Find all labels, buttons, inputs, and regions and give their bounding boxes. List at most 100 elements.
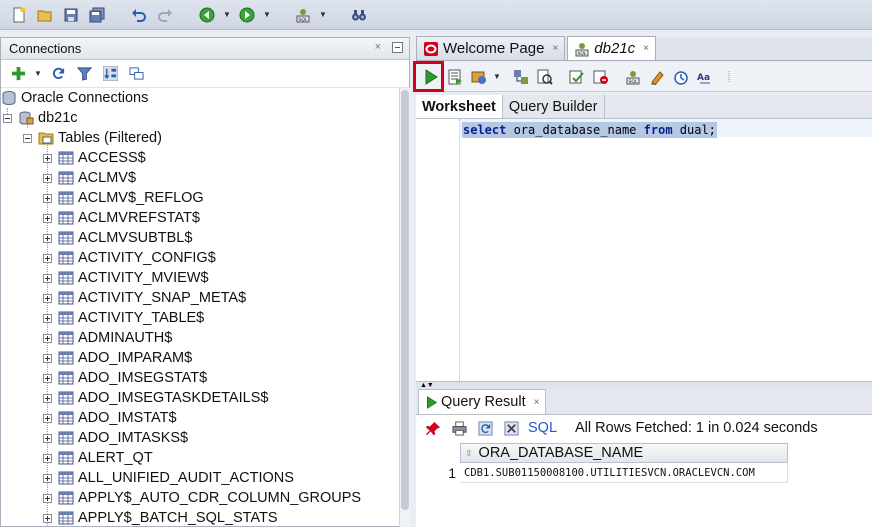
splitter-arrows-icon[interactable]: ▲▼ [420,382,434,389]
expand-icon[interactable] [43,333,52,343]
table-item[interactable]: ACLMVREFSTAT$ [1,208,399,228]
save-all-icon[interactable] [86,4,108,26]
expand-icon[interactable] [43,293,52,303]
refresh-results-icon[interactable] [474,417,496,439]
expand-icon[interactable] [43,173,52,183]
tab-query-result[interactable]: Query Result × [418,389,547,414]
autotrace-dropdown-icon[interactable]: ▼ [492,66,502,88]
tab-query-builder[interactable]: Query Builder [503,95,605,118]
explain-plan-icon[interactable] [510,66,532,88]
sql-editor[interactable]: select ora_database_name from dual; [416,119,872,381]
run-script-icon[interactable] [444,66,466,88]
tree-root-oracle-connections[interactable]: Oracle Connections [1,88,399,108]
add-connection-dropdown-icon[interactable]: ▼ [33,63,43,85]
expand-icon[interactable] [43,393,52,403]
sort-icon[interactable]: ⇳ [465,448,473,459]
table-item[interactable]: ADO_IMSEGTASKDETAILS$ [1,388,399,408]
expand-icon[interactable] [43,413,52,423]
sql-statement[interactable]: select ora_database_name from dual; [462,122,717,138]
tab-welcome-page[interactable]: Welcome Page × [416,36,566,60]
tab-db21c[interactable]: SQL db21c × [567,36,657,60]
expand-icon[interactable] [43,193,52,203]
table-item[interactable]: ACTIVITY_SNAP_META$ [1,288,399,308]
table-icon [58,151,74,165]
column-header[interactable]: ⇳ ORA_DATABASE_NAME [460,443,788,463]
tree-connection-db21c[interactable]: db21c [1,108,399,128]
expand-icon[interactable] [43,253,52,263]
connections-scrollbar[interactable] [399,88,410,527]
undo-icon[interactable] [128,4,150,26]
close-icon[interactable]: × [552,43,558,54]
pin-icon[interactable] [422,417,444,439]
save-icon[interactable] [60,4,82,26]
sql-worksheet-icon[interactable]: SQL [292,4,314,26]
history-icon[interactable] [670,66,692,88]
expand-icon[interactable] [43,473,52,483]
table-item[interactable]: ACTIVITY_MVIEW$ [1,268,399,288]
close-icon[interactable]: × [534,397,540,408]
schema-browser-icon[interactable] [99,63,121,85]
expand-icon[interactable] [43,313,52,323]
table-item[interactable]: ADO_IMSEGSTAT$ [1,368,399,388]
tab-worksheet[interactable]: Worksheet [416,95,503,118]
sql-text-column: ora_database_name [506,123,644,137]
unshared-sql-icon[interactable]: SQL [622,66,644,88]
table-item[interactable]: ADO_IMPARAM$ [1,348,399,368]
sql-link[interactable]: SQL [528,420,557,436]
autotrace-icon[interactable] [468,66,490,88]
table-item[interactable]: ACLMVSUBTBL$ [1,228,399,248]
minimize-panel-icon[interactable] [392,42,403,53]
connections-view-icon[interactable] [125,63,147,85]
table-item[interactable]: APPLY$_BATCH_SQL_STATS [1,508,399,527]
filter-icon[interactable] [73,63,95,85]
table-item[interactable]: ADO_IMSTAT$ [1,408,399,428]
table-item[interactable]: ADMINAUTH$ [1,328,399,348]
table-item[interactable]: ACTIVITY_CONFIG$ [1,248,399,268]
expand-icon[interactable] [43,433,52,443]
cancel-query-icon[interactable] [500,417,522,439]
rollback-icon[interactable] [590,66,612,88]
print-icon[interactable] [448,417,470,439]
clear-icon[interactable] [646,66,668,88]
expand-icon[interactable] [43,233,52,243]
expand-icon[interactable] [43,213,52,223]
table-item[interactable]: ALERT_QT [1,448,399,468]
table-item[interactable]: ACCESS$ [1,148,399,168]
table-item[interactable]: ADO_IMTASKS$ [1,428,399,448]
close-icon[interactable]: × [643,43,649,54]
expand-icon[interactable] [43,493,52,503]
commit-icon[interactable] [566,66,588,88]
expand-icon[interactable] [43,373,52,383]
table-item[interactable]: APPLY$_AUTO_CDR_COLUMN_GROUPS [1,488,399,508]
refresh-icon[interactable] [47,63,69,85]
connections-close-icon[interactable]: × [375,41,381,53]
table-item[interactable]: ACTIVITY_TABLE$ [1,308,399,328]
forward-dropdown-icon[interactable]: ▼ [262,4,272,26]
sql-tuning-icon[interactable] [534,66,556,88]
expand-icon[interactable] [43,153,52,163]
sql-worksheet-dropdown-icon[interactable]: ▼ [318,4,328,26]
collapse-icon[interactable] [3,113,12,123]
forward-icon[interactable] [236,4,258,26]
back-icon[interactable] [196,4,218,26]
new-icon[interactable] [8,4,30,26]
add-connection-icon[interactable] [7,63,29,85]
expand-icon[interactable] [43,353,52,363]
collapse-icon[interactable] [23,133,32,143]
expand-icon[interactable] [43,453,52,463]
table-item[interactable]: ACLMV$ [1,168,399,188]
scrollbar-thumb[interactable] [401,90,409,510]
expand-icon[interactable] [43,273,52,283]
expand-icon[interactable] [43,513,52,523]
result-cell[interactable]: CDB1.SUB01150008100.UTILITIESVCN.ORACLEV… [460,463,788,483]
open-folder-icon[interactable] [34,4,56,26]
back-dropdown-icon[interactable]: ▼ [222,4,232,26]
binoculars-icon[interactable] [348,4,370,26]
format-case-icon[interactable]: Aa [694,66,716,88]
editor-results-splitter[interactable]: ▲▼ [416,381,872,389]
redo-icon[interactable] [154,4,176,26]
table-item[interactable]: ACLMV$_REFLOG [1,188,399,208]
table-item[interactable]: ALL_UNIFIED_AUDIT_ACTIONS [1,468,399,488]
table-icon [58,471,74,485]
tree-folder-tables[interactable]: Tables (Filtered) [1,128,399,148]
